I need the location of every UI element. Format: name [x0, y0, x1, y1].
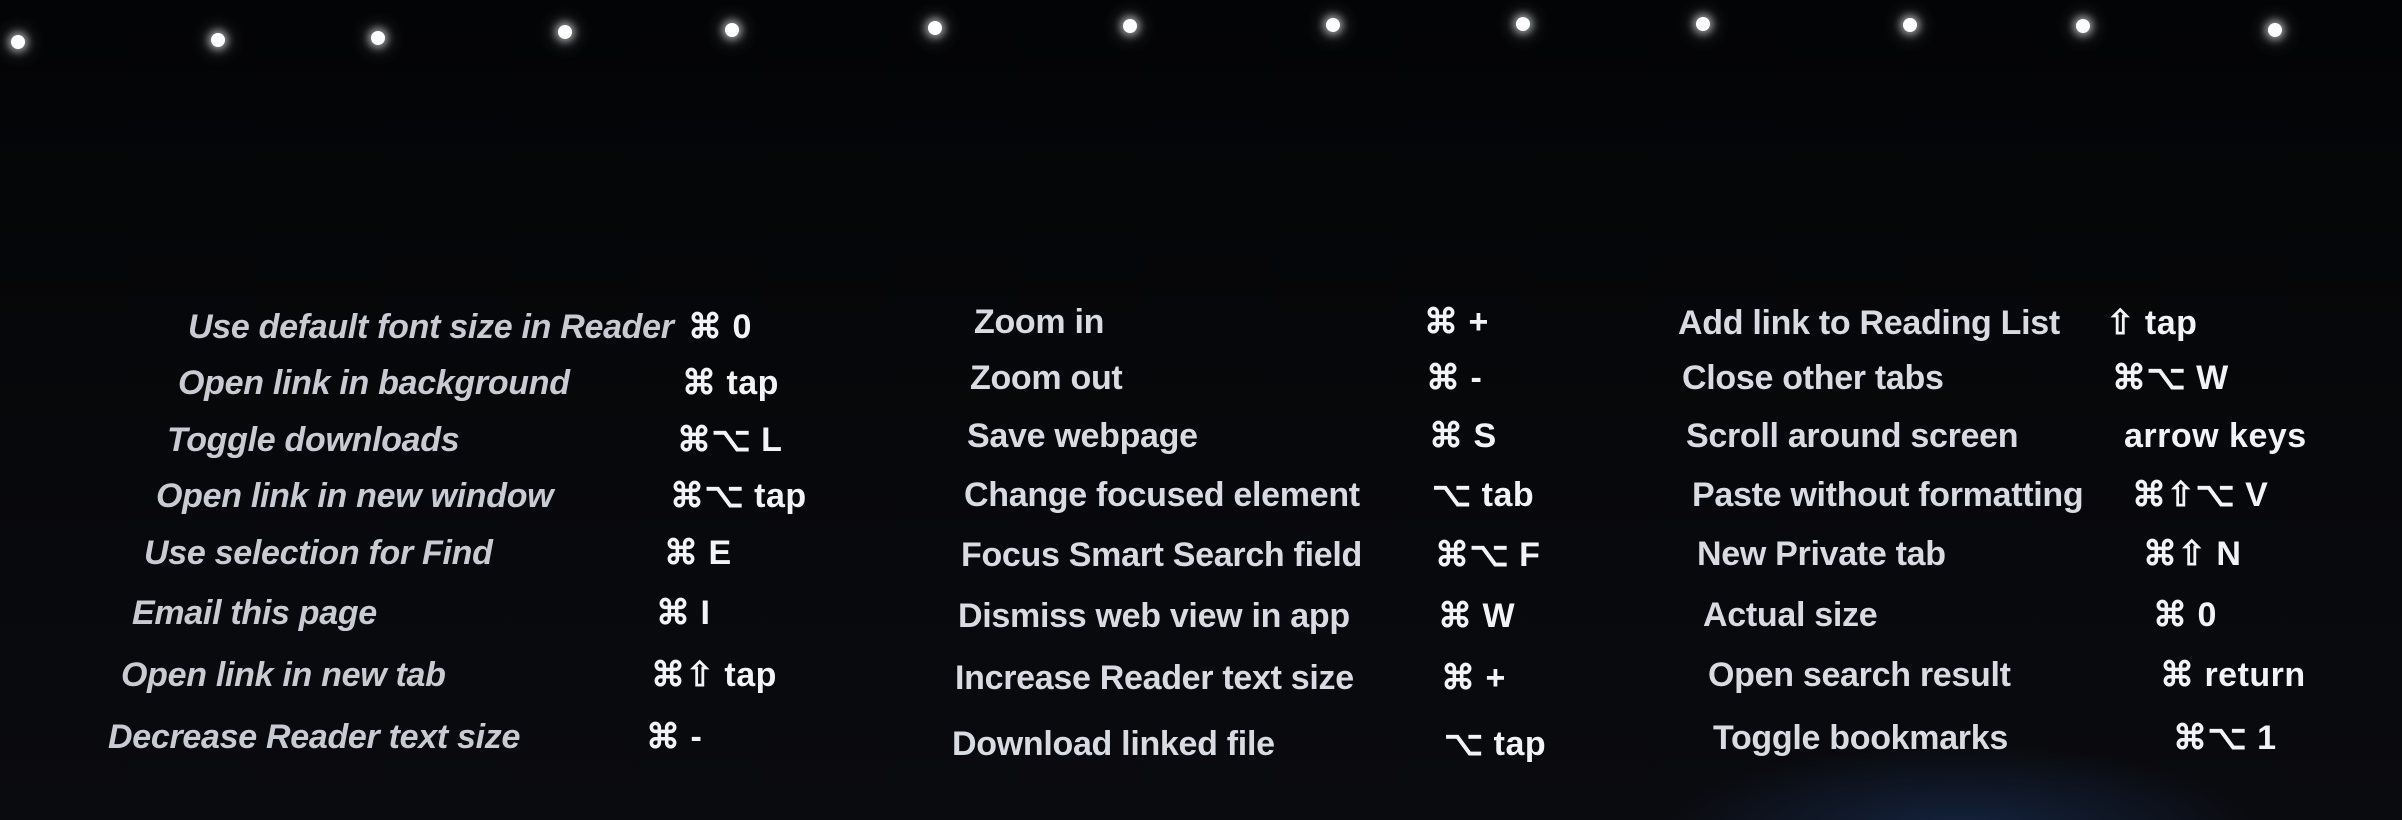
shortcut-action: Add link to Reading List: [1678, 304, 2060, 342]
shortcut-action: Zoom out: [970, 359, 1123, 397]
shortcut-keys: ⌘ +: [1424, 303, 1489, 341]
shortcut-keys: ⌥ tap: [1444, 725, 1547, 763]
shortcut-keys: ⌘ -: [1426, 359, 1483, 397]
shortcut-action: Paste without formatting: [1692, 476, 2084, 514]
shortcut-keys: ⌘⌥ W: [2112, 359, 2229, 397]
shortcut-keys: ⌘ W: [1438, 597, 1516, 635]
shortcut-action: Scroll around screen: [1686, 417, 2019, 455]
shortcut-keys: ⌘ 0: [688, 308, 752, 346]
shortcut-keys: ⌘⇧ tap: [651, 656, 777, 694]
shortcut-action: Use default font size in Reader: [188, 308, 674, 346]
shortcut-keys: ⌘ +: [1441, 659, 1506, 697]
keynote-slide: Use default font size in Reader ⌘ 0 Open…: [0, 0, 2402, 820]
shortcut-action: Decrease Reader text size: [108, 718, 521, 756]
shortcut-keys: ⌘⌥ L: [677, 421, 783, 459]
shortcut-keys: ⌘⌥ 1: [2173, 719, 2277, 757]
shortcut-action: Toggle downloads: [167, 421, 460, 459]
shortcut-action: Open link in new tab: [121, 656, 446, 694]
shortcut-action: Close other tabs: [1682, 359, 1944, 397]
shortcut-keys: ⌘⇧ N: [2143, 535, 2242, 573]
shortcut-keys: ⌘ S: [1429, 417, 1497, 455]
shortcut-keys: ⌥ tab: [1432, 476, 1535, 514]
shortcut-keys: ⇧ tap: [2106, 304, 2198, 342]
shortcut-action: Download linked file: [952, 725, 1275, 763]
shortcut-action: Open search result: [1708, 656, 2011, 694]
shortcut-action: Open link in new window: [156, 477, 554, 515]
shortcut-keys: ⌘ -: [646, 718, 703, 756]
shortcut-action: Use selection for Find: [144, 534, 493, 572]
shortcut-action: Focus Smart Search field: [961, 536, 1362, 574]
shortcut-keys: ⌘ E: [664, 534, 732, 572]
shortcut-keys: ⌘ I: [656, 594, 711, 632]
shortcut-keys: ⌘⌥ tap: [670, 477, 807, 515]
shortcut-columns: Use default font size in Reader ⌘ 0 Open…: [0, 0, 2402, 820]
shortcut-action: Change focused element: [964, 476, 1360, 514]
shortcut-action: Open link in background: [178, 364, 570, 402]
shortcut-keys: ⌘ return: [2160, 656, 2306, 694]
shortcut-action: Save webpage: [967, 417, 1198, 455]
shortcut-keys: arrow keys: [2124, 417, 2307, 455]
shortcut-action: Actual size: [1703, 596, 1878, 634]
shortcut-action: New Private tab: [1697, 535, 1946, 573]
shortcut-keys: ⌘ 0: [2153, 596, 2217, 634]
shortcut-action: Zoom in: [974, 303, 1105, 341]
shortcut-action: Increase Reader text size: [955, 659, 1354, 697]
shortcut-keys: ⌘ tap: [682, 364, 779, 402]
shortcut-keys: ⌘⇧⌥ V: [2132, 476, 2269, 514]
shortcut-keys: ⌘⌥ F: [1435, 536, 1541, 574]
shortcut-action: Email this page: [132, 594, 377, 632]
shortcut-action: Dismiss web view in app: [958, 597, 1350, 635]
shortcut-action: Toggle bookmarks: [1713, 719, 2008, 757]
